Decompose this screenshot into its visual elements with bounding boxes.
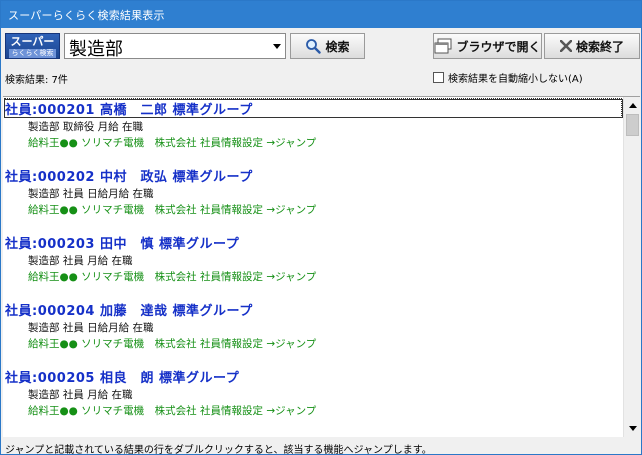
result-item[interactable]: 社員:000201 高橋 二郎 標準グループ 製造部 取締役 月給 在職 給料王… <box>3 97 623 163</box>
result-detail: 製造部 社員 月給 在職 <box>28 255 133 267</box>
app-window: スーパーらくらく検索結果表示 スーパー らくらく検索 製造部 検索 ブラウザで開… <box>0 0 642 455</box>
logo-line2: らくらく検索 <box>9 49 56 58</box>
close-search-button[interactable]: 検索終了 <box>544 33 640 59</box>
scroll-down-icon[interactable] <box>624 420 640 437</box>
search-button[interactable]: 検索 <box>290 33 365 59</box>
result-header[interactable]: 社員:000203 田中 慎 標準グループ <box>5 233 621 252</box>
result-header[interactable]: 社員:000204 加藤 達哉 標準グループ <box>5 300 621 319</box>
result-header[interactable]: 社員:000201 高橋 二郎 標準グループ <box>4 98 622 118</box>
checkbox-box[interactable] <box>433 72 444 83</box>
result-jump-link[interactable]: 給料王●● ソリマチ電機 株式会社 社員情報設定 →ジャンプ <box>28 269 316 284</box>
window-title: スーパーらくらく検索結果表示 <box>8 9 165 22</box>
magnifier-icon <box>305 38 322 54</box>
results-list: 社員:000201 高橋 二郎 標準グループ 製造部 取締役 月給 在職 給料王… <box>3 97 623 437</box>
result-item[interactable]: 社員:000203 田中 慎 標準グループ 製造部 社員 月給 在職 給料王●●… <box>3 231 623 297</box>
status-row: 検索結果: 7件 検索結果を自動縮小しない(A) <box>1 66 641 88</box>
app-logo: スーパー らくらく検索 <box>5 33 60 59</box>
toolbar: スーパー らくらく検索 製造部 検索 ブラウザで開く 検索終了 <box>1 28 641 64</box>
result-item[interactable]: 社員:000205 相良 朗 標準グループ 製造部 社員 月給 在職 給料王●●… <box>3 365 623 431</box>
open-browser-button[interactable]: ブラウザで開く <box>433 33 542 59</box>
search-input[interactable]: 製造部 <box>69 35 123 61</box>
logo-line1: スーパー <box>10 35 55 48</box>
result-header[interactable]: 社員:000202 中村 政弘 標準グループ <box>5 166 621 185</box>
search-combo[interactable]: 製造部 <box>64 33 286 61</box>
scrollbar-thumb[interactable] <box>626 114 639 136</box>
result-item[interactable]: 社員:000204 加藤 達哉 標準グループ 製造部 社員 日給月給 在職 給料… <box>3 298 623 364</box>
result-detail: 製造部 社員 月給 在職 <box>28 389 133 401</box>
search-button-label: 検索 <box>325 39 350 54</box>
scroll-up-icon[interactable] <box>624 97 640 114</box>
triangle-down-icon[interactable] <box>269 34 285 58</box>
result-count: 検索結果: 7件 <box>5 75 68 86</box>
result-detail: 製造部 社員 日給月給 在職 <box>28 322 154 334</box>
window-icon <box>434 38 452 54</box>
open-browser-label: ブラウザで開く <box>456 39 541 54</box>
vertical-scrollbar[interactable] <box>623 97 640 437</box>
result-jump-link[interactable]: 給料王●● ソリマチ電機 株式会社 社員情報設定 →ジャンプ <box>28 202 316 217</box>
auto-shrink-checkbox[interactable]: 検索結果を自動縮小しない(A) <box>433 70 583 85</box>
close-search-label: 検索終了 <box>575 39 624 54</box>
results-panel: 社員:000201 高橋 二郎 標準グループ 製造部 取締役 月給 在職 給料王… <box>3 96 640 437</box>
result-item[interactable]: 社員:000202 中村 政弘 標準グループ 製造部 社員 日給月給 在職 給料… <box>3 164 623 230</box>
auto-shrink-label: 検索結果を自動縮小しない(A) <box>448 74 583 85</box>
footer-hint: ジャンプと記載されている結果の行をダブルクリックすると、該当する機能へジャンプし… <box>5 445 432 455</box>
title-bar: スーパーらくらく検索結果表示 <box>1 1 641 28</box>
result-detail: 製造部 社員 日給月給 在職 <box>28 188 154 200</box>
x-icon <box>559 40 572 52</box>
result-jump-link[interactable]: 給料王●● ソリマチ電機 株式会社 社員情報設定 →ジャンプ <box>28 336 316 351</box>
result-header[interactable]: 社員:000205 相良 朗 標準グループ <box>5 367 621 386</box>
result-detail: 製造部 取締役 月給 在職 <box>28 121 144 133</box>
result-jump-link[interactable]: 給料王●● ソリマチ電機 株式会社 社員情報設定 →ジャンプ <box>28 135 316 150</box>
result-jump-link[interactable]: 給料王●● ソリマチ電機 株式会社 社員情報設定 →ジャンプ <box>28 403 316 418</box>
